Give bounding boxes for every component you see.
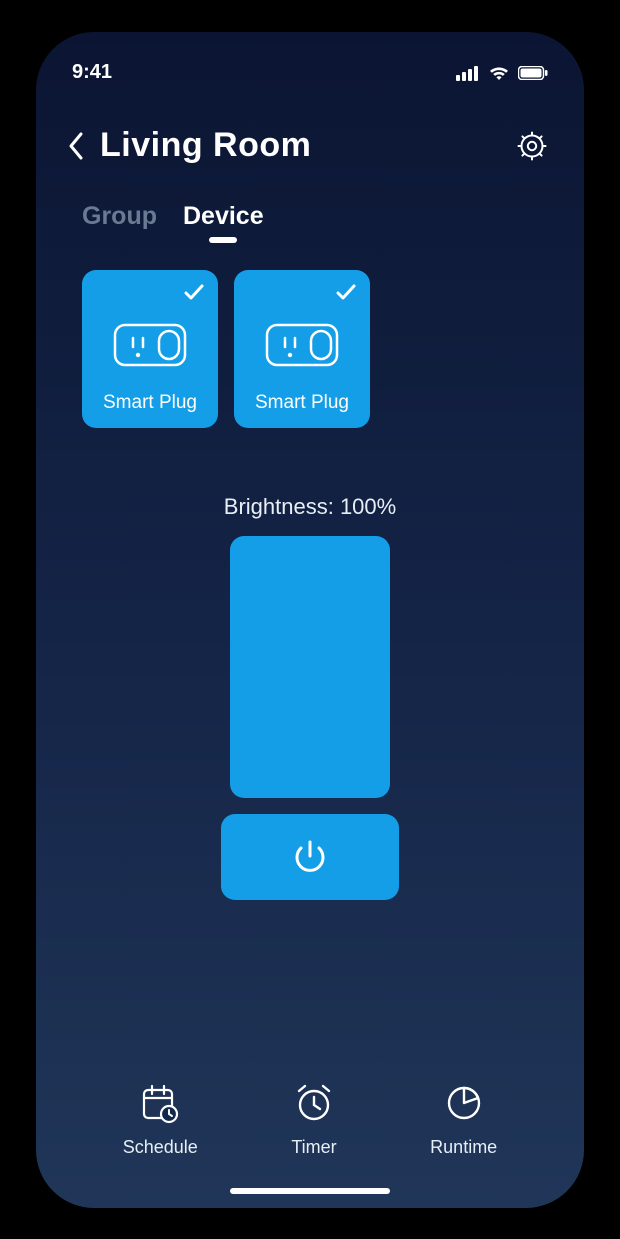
nav-schedule[interactable]: Schedule — [123, 1082, 198, 1158]
check-icon — [334, 280, 358, 304]
home-indicator[interactable] — [230, 1188, 390, 1194]
power-icon — [289, 836, 331, 878]
device-card[interactable]: Smart Plug — [234, 270, 370, 428]
status-bar: 9:41 — [36, 32, 584, 96]
back-button[interactable] — [62, 126, 90, 166]
battery-icon — [518, 66, 548, 80]
page-title: Living Room — [100, 126, 311, 165]
alarm-icon — [293, 1082, 335, 1129]
device-cards: Smart Plug Smart Plug — [82, 270, 370, 428]
device-card[interactable]: Smart Plug — [82, 270, 218, 428]
chevron-left-icon — [68, 132, 84, 160]
nav-label: Runtime — [430, 1137, 497, 1158]
nav-label: Timer — [291, 1137, 336, 1158]
pie-clock-icon — [443, 1082, 485, 1129]
tab-bar: Group Device — [36, 202, 310, 241]
bottom-nav: Schedule Timer Runtime — [36, 1082, 584, 1158]
header: Living Room — [36, 126, 584, 166]
brightness-slider[interactable] — [230, 536, 390, 798]
device-label: Smart Plug — [255, 392, 349, 414]
power-button[interactable] — [221, 814, 399, 900]
tab-group[interactable]: Group — [82, 202, 157, 241]
nav-label: Schedule — [123, 1137, 198, 1158]
status-time: 9:41 — [72, 61, 112, 84]
tab-device[interactable]: Device — [183, 202, 264, 241]
device-label: Smart Plug — [103, 392, 197, 414]
nav-timer[interactable]: Timer — [291, 1082, 336, 1158]
gear-icon — [517, 131, 547, 161]
nav-runtime[interactable]: Runtime — [430, 1082, 497, 1158]
brightness-label: Brightness: 100% — [36, 494, 584, 520]
check-icon — [182, 280, 206, 304]
header-left: Living Room — [62, 126, 311, 166]
settings-button[interactable] — [514, 128, 550, 164]
phone-frame: 9:41 — [24, 20, 596, 1220]
outlet-icon — [113, 323, 187, 372]
calendar-clock-icon — [139, 1082, 181, 1129]
outlet-icon — [265, 323, 339, 372]
wifi-icon — [488, 65, 510, 81]
signal-icon — [456, 65, 480, 81]
status-icons — [456, 65, 548, 81]
